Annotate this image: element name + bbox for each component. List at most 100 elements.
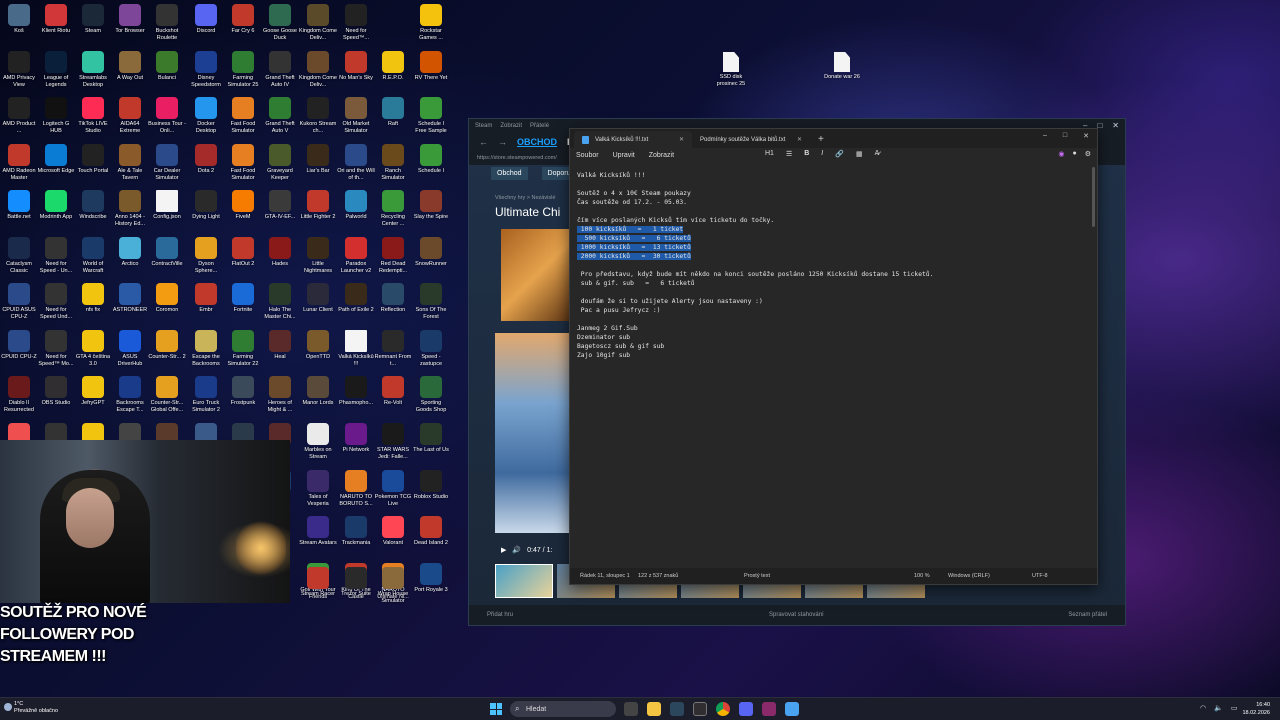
- account-icon[interactable]: ●: [1072, 150, 1076, 158]
- desktop-icon[interactable]: Goose Goose Duck: [261, 4, 299, 42]
- file-explorer-icon[interactable]: [647, 702, 661, 716]
- desktop-icon[interactable]: Bulanci: [148, 51, 186, 89]
- desktop-icon[interactable]: Grand Theft Auto IV: [261, 51, 299, 89]
- desktop-icon[interactable]: FiveM: [224, 190, 262, 228]
- desktop-icon[interactable]: JefryGPT: [74, 376, 112, 414]
- steam-menu-steam[interactable]: Steam: [475, 123, 492, 129]
- desktop-icon[interactable]: Frostpunk: [224, 376, 262, 414]
- desktop-icon[interactable]: Trezor Suite: [337, 567, 375, 605]
- desktop-icon[interactable]: ASTRONEER: [111, 283, 149, 321]
- desktop-icon[interactable]: Lunar Client: [299, 283, 337, 321]
- desktop-icon[interactable]: League of Legends: [37, 51, 75, 89]
- desktop-icon[interactable]: OpenTTD: [299, 330, 337, 368]
- zoom-level[interactable]: 100 %: [914, 573, 930, 579]
- notepad-taskbar-icon[interactable]: [785, 702, 799, 716]
- close-tab-icon[interactable]: ✕: [679, 136, 684, 143]
- italic-icon[interactable]: I: [821, 150, 823, 158]
- text-editor[interactable]: Valká Kicksíků !!! Soutěž o 4 x 10€ Steam…: [570, 165, 1097, 568]
- desktop-icon[interactable]: Recycling Center ...: [374, 190, 412, 228]
- desktop-icon[interactable]: Wrap House Simulator: [374, 567, 412, 605]
- obs-taskbar-icon[interactable]: [693, 702, 707, 716]
- desktop-icon[interactable]: Kingdom Come Deliv...: [299, 51, 337, 89]
- desktop-icon[interactable]: Dying Light: [187, 190, 225, 228]
- steam-menu-friends[interactable]: Přátelé: [530, 123, 549, 129]
- add-game-button[interactable]: Přidat hru: [487, 612, 513, 618]
- breadcrumb[interactable]: Všechny hry > Nezávislé: [495, 195, 555, 201]
- desktop-icon[interactable]: Hades: [261, 237, 299, 275]
- desktop-icon[interactable]: Steam: [74, 4, 112, 42]
- desktop-icon[interactable]: NARUTO TO BORUTO S...: [337, 470, 375, 508]
- desktop-icon[interactable]: AIDA64 Extreme: [111, 97, 149, 135]
- desktop-file-donate[interactable]: Donate war 26: [822, 52, 862, 81]
- desktop-icon[interactable]: Fast Food Simulator: [224, 97, 262, 135]
- weather-widget[interactable]: 1°C Převážně oblačno: [14, 701, 58, 715]
- desktop-icon[interactable]: Koš: [0, 4, 38, 42]
- desktop-icon[interactable]: Red Dead Redempti...: [374, 237, 412, 275]
- desktop-icon[interactable]: Speed - zastupce: [412, 330, 450, 368]
- game-video[interactable]: [495, 333, 575, 533]
- desktop-icon[interactable]: Tor Browser: [111, 4, 149, 42]
- maximize-icon[interactable]: □: [1063, 132, 1067, 140]
- desktop-icon[interactable]: STAR WARS Jedi: Falle...: [374, 423, 412, 461]
- desktop-icon[interactable]: A Way Out: [111, 51, 149, 89]
- desktop-icon[interactable]: Palworld: [337, 190, 375, 228]
- weather-icon[interactable]: [4, 703, 12, 711]
- scrollbar[interactable]: [1092, 167, 1095, 227]
- desktop-icon[interactable]: Docker Desktop: [187, 97, 225, 135]
- desktop-icon[interactable]: Coromon: [148, 283, 186, 321]
- desktop-icon[interactable]: Schedule I Free Sample: [412, 97, 450, 135]
- clear-format-icon[interactable]: A̷: [875, 150, 880, 158]
- desktop-icon[interactable]: FlatOut 2: [224, 237, 262, 275]
- menu-file[interactable]: Soubor: [576, 152, 599, 159]
- desktop-icon[interactable]: AMD Radeon Master: [0, 144, 38, 182]
- steam-tab-store[interactable]: OBCHOD: [517, 137, 557, 147]
- desktop-icon[interactable]: Business Tour - Onli...: [148, 97, 186, 135]
- wifi-icon[interactable]: ◠: [1200, 704, 1206, 712]
- desktop-icon[interactable]: Pokemon TCG Live: [374, 470, 412, 508]
- desktop-icon[interactable]: Port Royale 3: [412, 563, 450, 601]
- desktop-icon[interactable]: Valorant: [374, 516, 412, 554]
- desktop-icon[interactable]: Ori and the Will of th...: [337, 144, 375, 182]
- list-icon[interactable]: ☰: [786, 150, 792, 158]
- desktop-icon[interactable]: Ale & Tale Tavern: [111, 144, 149, 182]
- desktop-icon[interactable]: Cataclysm Classic: [0, 237, 38, 275]
- new-tab-icon[interactable]: +: [818, 134, 824, 145]
- desktop-icon[interactable]: SnowRunner: [412, 237, 450, 275]
- desktop-icon[interactable]: Farming Simulator 25: [224, 51, 262, 89]
- desktop-icon[interactable]: Farming Simulator 22: [224, 330, 262, 368]
- bold-icon[interactable]: B: [804, 150, 809, 158]
- steam-taskbar-icon[interactable]: [670, 702, 684, 716]
- desktop-icon[interactable]: Sons Of The Forest: [412, 283, 450, 321]
- desktop-icon[interactable]: Fast Food Simulator: [224, 144, 262, 182]
- menu-edit[interactable]: Upravit: [613, 152, 635, 159]
- desktop-icon[interactable]: Graveyard Keeper: [261, 144, 299, 182]
- desktop-icon[interactable]: Streamlabs Desktop: [74, 51, 112, 89]
- desktop-icon[interactable]: Heroes of Might & ...: [261, 376, 299, 414]
- desktop-icon[interactable]: Paradox Launcher v2: [337, 237, 375, 275]
- copilot-icon[interactable]: ◉: [1058, 150, 1064, 158]
- app-taskbar-icon[interactable]: [762, 702, 776, 716]
- table-icon[interactable]: ▦: [856, 150, 863, 158]
- desktop-icon[interactable]: RV There Yet: [412, 51, 450, 89]
- desktop-icon[interactable]: ASUS DriverHub: [111, 330, 149, 368]
- desktop-icon[interactable]: Kingdom Come Deliv...: [299, 4, 337, 42]
- desktop-icon[interactable]: Config.json: [148, 190, 186, 228]
- desktop-icon[interactable]: Raft: [374, 97, 412, 135]
- desktop-icon[interactable]: Marbles on Stream: [299, 423, 337, 461]
- desktop-icon[interactable]: AMD Product ...: [0, 97, 38, 135]
- steam-menu-view[interactable]: Zobrazit: [500, 123, 522, 129]
- desktop-icon[interactable]: Heal: [261, 330, 299, 368]
- desktop-icon[interactable]: No Man's Sky: [337, 51, 375, 89]
- discord-taskbar-icon[interactable]: [739, 702, 753, 716]
- desktop-icon[interactable]: Embr: [187, 283, 225, 321]
- friends-list-button[interactable]: Seznam přátel: [1068, 612, 1107, 618]
- desktop-file-ssd[interactable]: SSD disk prosinec 25: [711, 52, 751, 88]
- thumbnail[interactable]: [495, 564, 553, 598]
- task-view-icon[interactable]: [624, 702, 638, 716]
- battery-icon[interactable]: ▭: [1231, 704, 1238, 712]
- desktop-icon[interactable]: TikTok LIVE Studio: [74, 97, 112, 135]
- maximize-icon[interactable]: □: [1097, 121, 1102, 130]
- desktop-icon[interactable]: World of Warcraft: [74, 237, 112, 275]
- volume-icon[interactable]: 🔈: [1214, 704, 1223, 712]
- desktop-icon[interactable]: Rockstar Games ...: [412, 4, 450, 42]
